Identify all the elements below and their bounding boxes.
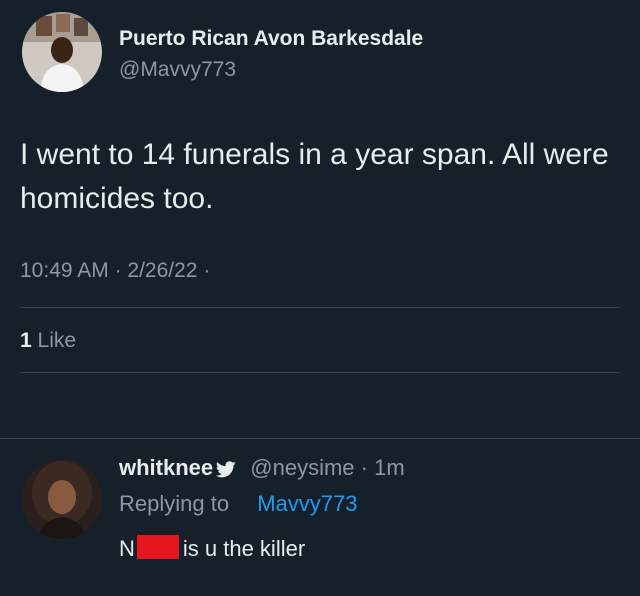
reply-text-prefix: N	[119, 536, 135, 561]
replying-to: Replying to Mavvy773	[119, 491, 357, 517]
divider	[20, 307, 620, 308]
reply-display-name[interactable]: whitknee	[119, 455, 213, 480]
tweet-text: I went to 14 funerals in a year span. Al…	[20, 138, 609, 215]
author-display-name[interactable]: Puerto Rican Avon Barkesdale	[119, 27, 423, 51]
replying-to-label: Replying to	[119, 491, 230, 516]
reply-age[interactable]: 1m	[374, 455, 405, 480]
separator-dot: ·	[114, 259, 128, 282]
author-avatar[interactable]	[22, 12, 102, 92]
replying-to-user[interactable]: Mavvy773	[257, 491, 357, 516]
reply-header: whitknee @neysime · 1m	[119, 455, 405, 481]
separator-dot: ·	[360, 455, 375, 480]
reply-text: Nis u the killer	[119, 535, 305, 562]
redaction-bar	[136, 535, 179, 559]
like-label: Like	[37, 329, 77, 352]
like-count[interactable]: 1 Like	[20, 329, 76, 353]
author-handle[interactable]: @Mavvy773	[119, 58, 236, 82]
tweet-timestamp[interactable]: 10:49 AM · 2/26/22 ·	[20, 259, 210, 283]
thread-divider	[0, 438, 640, 439]
reply-text-suffix: is u the killer	[182, 536, 306, 561]
reply-avatar[interactable]	[22, 459, 102, 539]
tweet-time: 10:49 AM	[20, 259, 109, 282]
tweet-date: 2/26/22	[127, 259, 198, 282]
separator-dot: ·	[203, 259, 211, 282]
twitter-bird-icon	[216, 460, 236, 478]
like-number: 1	[20, 329, 32, 352]
divider	[20, 372, 620, 373]
reply-handle[interactable]: @neysime	[250, 455, 354, 480]
